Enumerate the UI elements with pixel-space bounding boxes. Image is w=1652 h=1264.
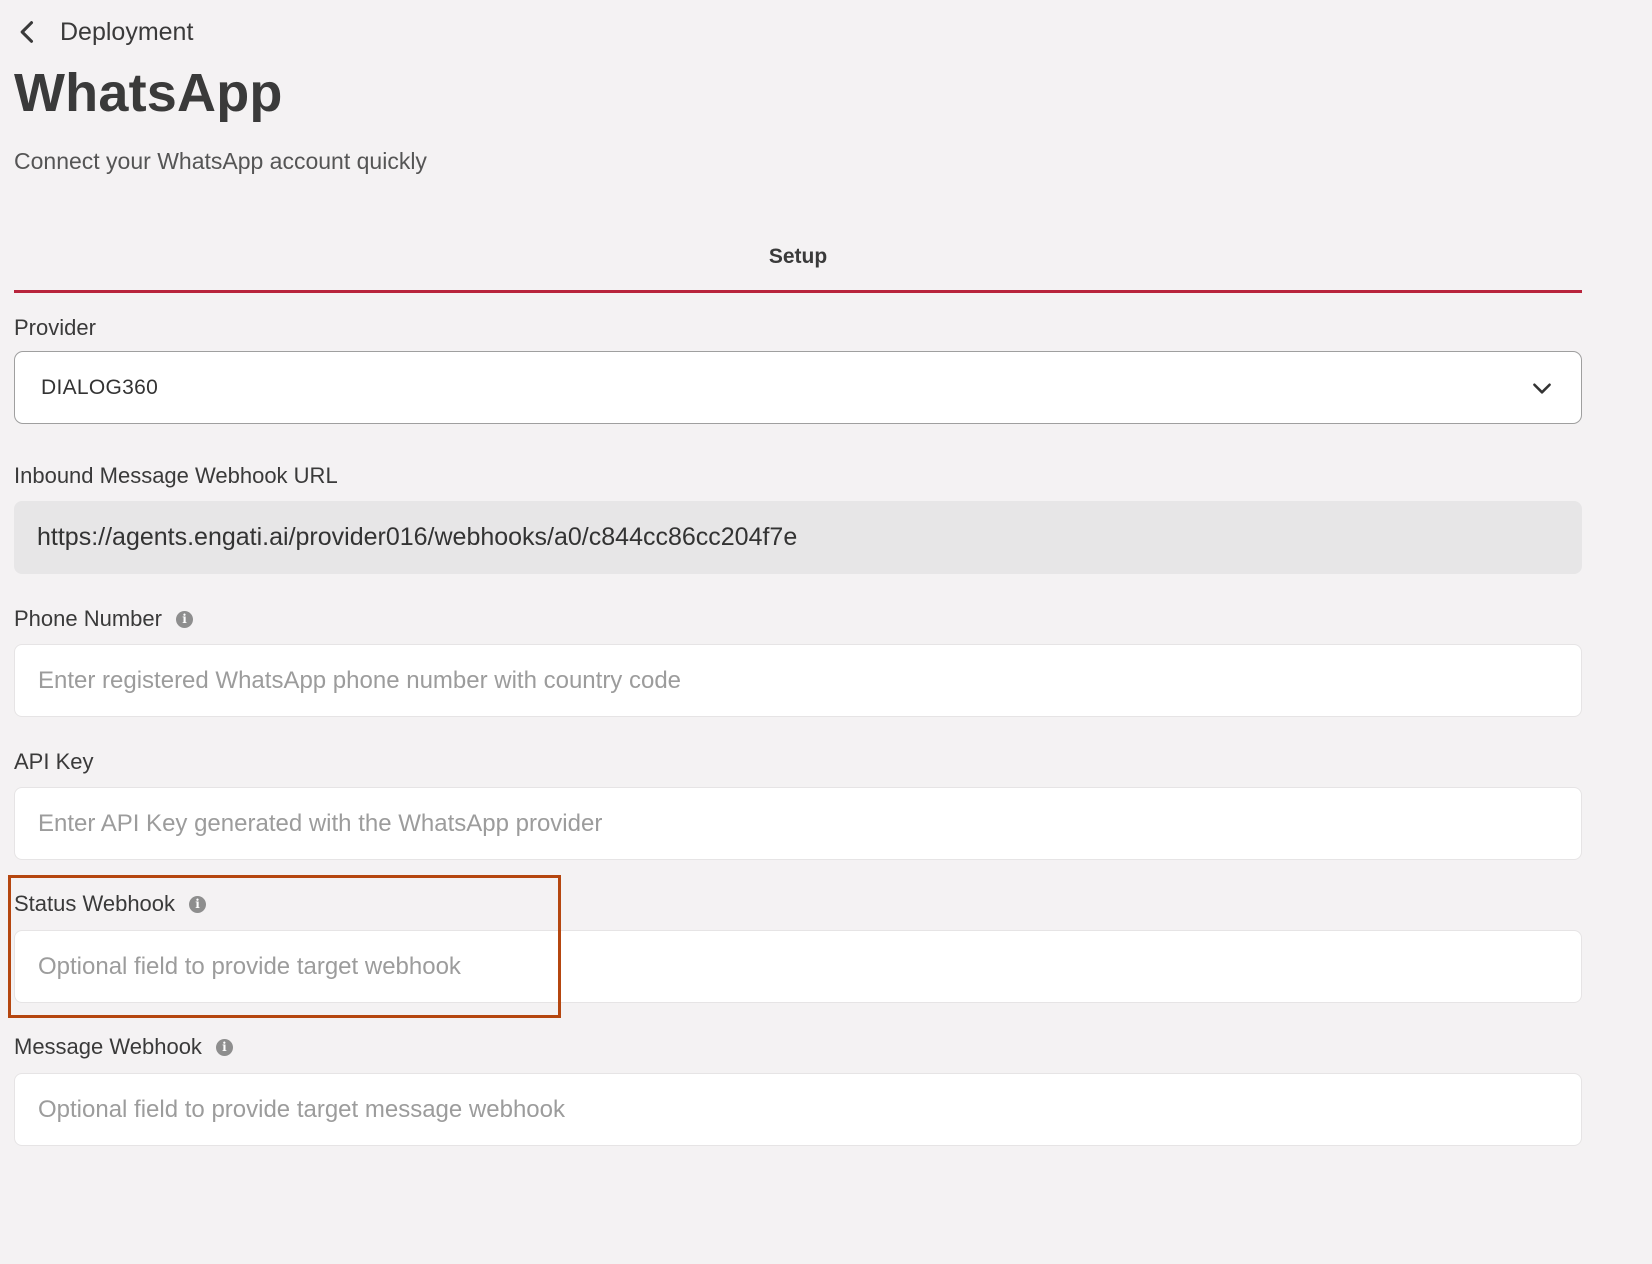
inbound-webhook-url[interactable]: https://agents.engati.ai/provider016/web… xyxy=(14,501,1582,574)
phone-number-label: Phone Number i xyxy=(14,605,193,633)
provider-select-value: DIALOG360 xyxy=(41,375,159,399)
message-webhook-label-text: Message Webhook xyxy=(14,1034,202,1059)
inbound-webhook-label: Inbound Message Webhook URL xyxy=(14,462,338,490)
message-webhook-label: Message Webhook i xyxy=(14,1033,233,1061)
phone-number-label-text: Phone Number xyxy=(14,606,162,631)
chevron-down-icon[interactable] xyxy=(1529,375,1555,401)
api-key-label: API Key xyxy=(14,748,93,776)
status-webhook-field-wrapper xyxy=(14,930,1582,1003)
api-key-input[interactable] xyxy=(38,809,1581,838)
whatsapp-setup-page: Deployment WhatsApp Connect your WhatsAp… xyxy=(0,0,1652,1264)
status-webhook-label: Status Webhook i xyxy=(14,890,207,918)
tab-setup[interactable]: Setup xyxy=(769,230,827,290)
status-webhook-label-text: Status Webhook xyxy=(14,891,176,916)
message-webhook-input[interactable] xyxy=(38,1095,1581,1124)
provider-select[interactable]: DIALOG360 xyxy=(14,351,1582,424)
message-webhook-field-wrapper xyxy=(14,1073,1582,1146)
page-subtitle: Connect your WhatsApp account quickly xyxy=(14,148,427,174)
info-icon[interactable]: i xyxy=(215,1038,233,1056)
phone-number-field-wrapper xyxy=(14,644,1582,717)
info-icon[interactable]: i xyxy=(175,610,193,628)
page-title: WhatsApp xyxy=(14,63,283,123)
api-key-field-wrapper xyxy=(14,787,1582,860)
provider-label-text: Provider xyxy=(14,315,96,340)
provider-label: Provider xyxy=(14,314,96,342)
back-link-label[interactable]: Deployment xyxy=(60,18,193,47)
status-webhook-input[interactable] xyxy=(38,952,1581,981)
phone-number-input[interactable] xyxy=(38,666,1581,695)
back-link[interactable]: Deployment xyxy=(14,14,193,50)
chevron-left-icon[interactable] xyxy=(14,18,42,46)
tab-strip: Setup xyxy=(14,230,1582,293)
api-key-label-text: API Key xyxy=(14,749,94,774)
info-icon[interactable]: i xyxy=(189,895,207,913)
inbound-webhook-label-text: Inbound Message Webhook URL xyxy=(14,463,338,488)
